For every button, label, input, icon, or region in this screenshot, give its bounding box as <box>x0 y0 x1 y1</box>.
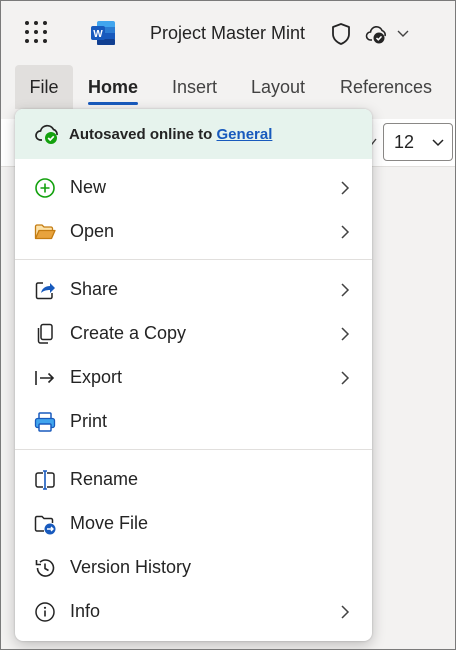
cloud-check-icon[interactable] <box>365 23 389 45</box>
share-icon <box>35 282 55 300</box>
menu-item-label: New <box>70 177 107 197</box>
cloud-check-icon <box>35 124 58 144</box>
rename-icon <box>35 470 55 490</box>
plus-circle-icon <box>35 178 55 198</box>
menu-item-info[interactable]: Info <box>15 591 372 633</box>
menu-divider <box>15 449 372 450</box>
menu-item-version-history[interactable]: Version History <box>15 547 372 589</box>
menu-item-label: Export <box>70 367 123 387</box>
menu-item-label: Create a Copy <box>70 323 187 343</box>
history-icon <box>35 559 55 577</box>
shield-icon[interactable] <box>330 22 352 46</box>
svg-text:W: W <box>93 29 103 40</box>
folder-open-icon <box>34 224 56 240</box>
menu-item-label: Info <box>70 601 101 621</box>
chevron-right-icon <box>341 327 350 341</box>
copy-icon <box>37 323 53 344</box>
menu-item-label: Open <box>70 221 115 241</box>
autosave-text: Autosaved online to General <box>69 126 272 143</box>
menu-item-create-a-copy[interactable]: Create a Copy <box>15 313 372 355</box>
chevron-right-icon <box>341 605 350 619</box>
menu-item-move-file[interactable]: Move File <box>15 503 372 545</box>
menu-item-label: Version History <box>70 557 192 577</box>
menu-item-open[interactable]: Open <box>15 211 372 253</box>
tab-insert[interactable]: Insert <box>172 65 217 109</box>
menu-item-label: Rename <box>70 469 139 489</box>
autosave-banner: Autosaved online to General <box>15 109 372 159</box>
menu-item-share[interactable]: Share <box>15 269 372 311</box>
chevron-down-icon <box>432 139 444 147</box>
word-window: W Project Master Mint File Home Insert L… <box>0 0 456 650</box>
ribbon-tabs: File Home Insert Layout References <box>1 65 455 109</box>
export-icon <box>35 371 55 385</box>
autosave-location-link[interactable]: General <box>217 126 273 143</box>
menu-item-new[interactable]: New <box>15 167 372 209</box>
chevron-right-icon <box>341 283 350 297</box>
move-file-icon <box>34 515 56 535</box>
menu-item-print[interactable]: Print <box>15 401 372 443</box>
menu-item-rename[interactable]: Rename <box>15 459 372 501</box>
tab-layout[interactable]: Layout <box>251 65 305 109</box>
font-size-select[interactable]: 12 <box>383 123 453 161</box>
chevron-down-icon[interactable] <box>397 28 409 38</box>
title-bar: W Project Master Mint <box>1 1 455 65</box>
menu-item-label: Print <box>70 411 108 431</box>
tab-references[interactable]: References <box>340 65 432 109</box>
info-icon <box>35 602 55 622</box>
file-menu: Autosaved online to General New Open Sha… <box>15 109 372 641</box>
print-icon <box>34 412 56 432</box>
waffle-icon[interactable] <box>25 21 47 43</box>
menu-item-label: Move File <box>70 513 149 533</box>
font-size-value: 12 <box>394 132 415 152</box>
chevron-right-icon <box>341 225 350 239</box>
chevron-right-icon <box>341 181 350 195</box>
document-title[interactable]: Project Master Mint <box>150 23 305 44</box>
menu-item-export[interactable]: Export <box>15 357 372 399</box>
tab-home[interactable]: Home <box>88 65 139 109</box>
menu-divider <box>15 259 372 260</box>
menu-item-label: Share <box>70 279 119 299</box>
autosave-prefix: Autosaved online to <box>69 126 217 143</box>
chevron-right-icon <box>341 371 350 385</box>
word-logo-icon[interactable]: W <box>89 19 117 47</box>
tab-file[interactable]: File <box>15 65 73 109</box>
